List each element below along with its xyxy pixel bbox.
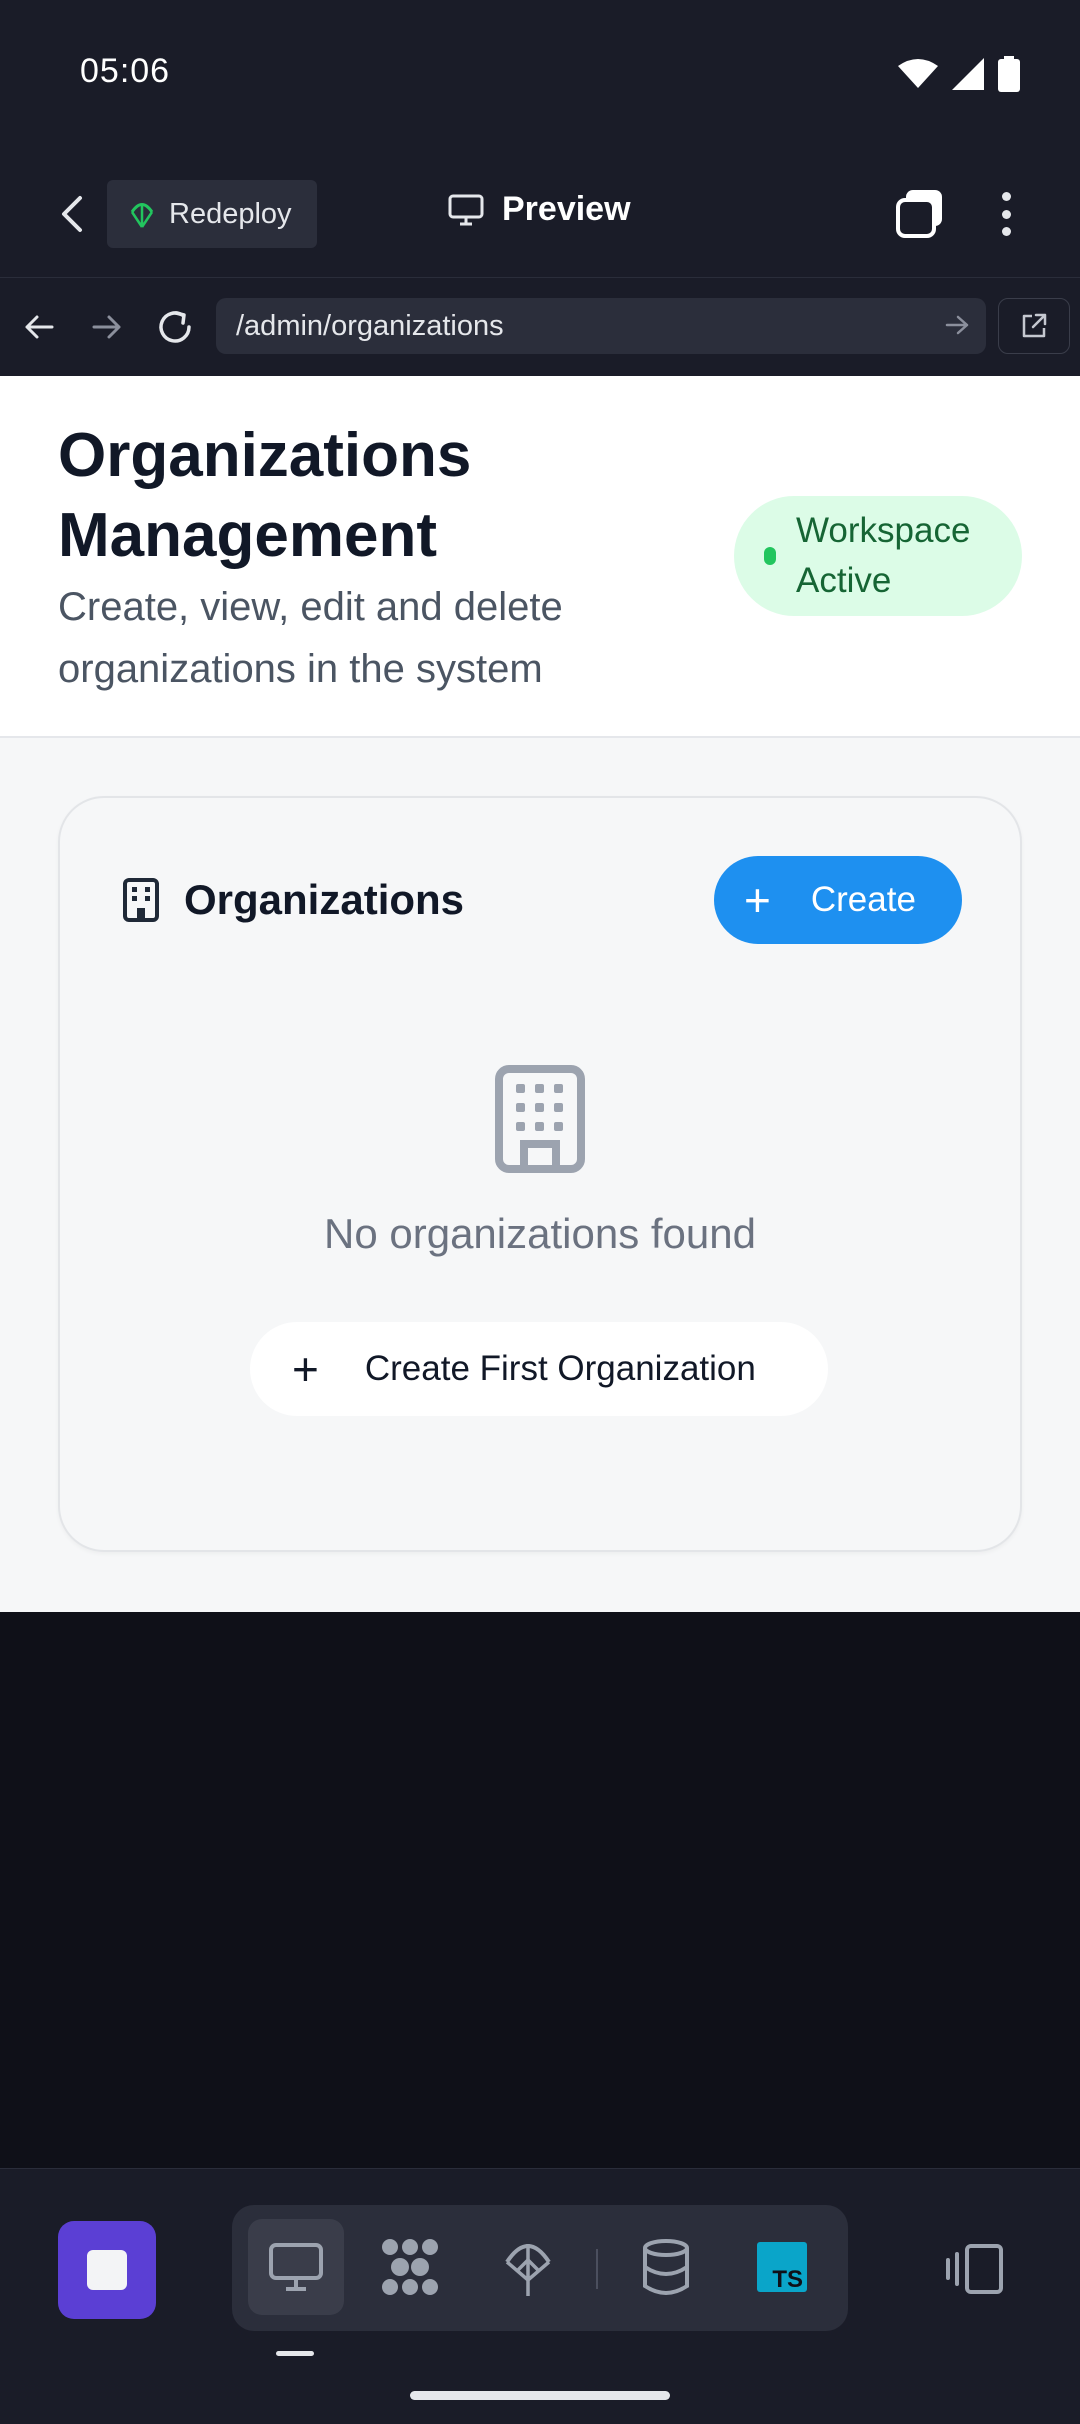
workspace-status-text: Workspace Active: [796, 511, 971, 600]
home-indicator: [410, 2391, 670, 2400]
back-button[interactable]: [48, 188, 96, 240]
deploy-icon: [505, 2244, 551, 2296]
typescript-icon: TS: [757, 2242, 807, 2292]
status-time: 05:06: [80, 52, 171, 90]
url-bar: /admin/organizations: [0, 278, 1080, 376]
app-button[interactable]: [58, 2221, 156, 2319]
database-icon: [643, 2239, 689, 2295]
url-text: /admin/organizations: [236, 309, 504, 342]
active-tab-indicator: [276, 2351, 314, 2356]
reload-icon: [159, 311, 191, 343]
create-button[interactable]: + Create: [714, 856, 962, 944]
redeploy-label: Redeploy: [169, 197, 292, 230]
card-header: Organizations: [122, 876, 464, 924]
page-header: Organizations Management Create, view, e…: [0, 376, 1080, 738]
status-icons: [898, 56, 1020, 92]
create-label: Create: [810, 880, 916, 919]
reload-button[interactable]: [150, 302, 200, 352]
ts-text: TS: [772, 2266, 803, 2292]
create-first-label: Create First Organization: [364, 1349, 756, 1388]
arrow-right-icon: [92, 315, 121, 339]
preview-page: Organizations Management Create, view, e…: [0, 376, 1080, 1612]
page-subtitle: Create, view, edit and delete organizati…: [58, 585, 563, 691]
arrow-left-icon: [25, 315, 54, 339]
preview-label: Preview: [502, 190, 631, 228]
deploy-tool-button[interactable]: [480, 2219, 576, 2315]
nav-back-button[interactable]: [14, 302, 64, 352]
top-app-bar: Redeploy Preview: [0, 150, 1080, 278]
monitor-icon: [269, 2243, 323, 2291]
signal-icon: [952, 58, 984, 90]
open-external-button[interactable]: [998, 298, 1070, 354]
empty-state-message: No organizations found: [324, 1210, 756, 1257]
card-title: Organizations: [184, 876, 465, 923]
wifi-icon: [898, 59, 938, 88]
typescript-tool-button[interactable]: TS: [734, 2219, 830, 2315]
app-icon: [87, 2250, 127, 2290]
bottom-toolbar: TS: [0, 2168, 1080, 2424]
arrow-right-icon[interactable]: [944, 312, 970, 338]
url-input[interactable]: /admin/organizations: [216, 298, 986, 354]
plus-icon: +: [744, 874, 771, 926]
status-bar: 05:06: [0, 0, 1080, 150]
device-toggle-button[interactable]: [942, 2221, 1008, 2317]
tool-group: TS: [232, 2205, 848, 2331]
nodes-tool-button[interactable]: [362, 2219, 458, 2315]
tabs-icon: [896, 190, 942, 238]
monitor-icon: [448, 194, 484, 225]
building-icon: [495, 1065, 585, 1173]
external-link-icon: [1022, 313, 1047, 338]
redeploy-button[interactable]: Redeploy: [107, 180, 317, 248]
device-toggle-icon: [946, 2244, 1003, 2294]
more-options-button[interactable]: [990, 188, 1022, 240]
workspace-status-badge: Workspace Active: [734, 496, 1022, 616]
deploy-icon: [130, 203, 154, 228]
more-dot: [1001, 192, 1011, 201]
tabs-button[interactable]: [894, 188, 946, 240]
create-first-organization-button[interactable]: + Create First Organization: [250, 1322, 828, 1416]
status-dot-icon: [764, 547, 776, 565]
organizations-card: Organizations + Create No organizations …: [58, 796, 1022, 1552]
plus-icon: +: [292, 1343, 319, 1395]
nav-forward-button[interactable]: [82, 302, 132, 352]
more-dot: [1001, 209, 1011, 219]
battery-icon: [998, 56, 1020, 92]
page-title: Organizations Management: [58, 421, 472, 570]
preview-tool-button[interactable]: [248, 2219, 344, 2315]
more-dot: [1001, 227, 1011, 236]
chevron-left-icon: [62, 196, 82, 232]
nodes-icon: [382, 2239, 438, 2295]
building-icon: [123, 878, 159, 922]
database-tool-button[interactable]: [618, 2219, 714, 2315]
preview-title: Preview: [448, 190, 631, 229]
tool-divider: [596, 2249, 598, 2289]
